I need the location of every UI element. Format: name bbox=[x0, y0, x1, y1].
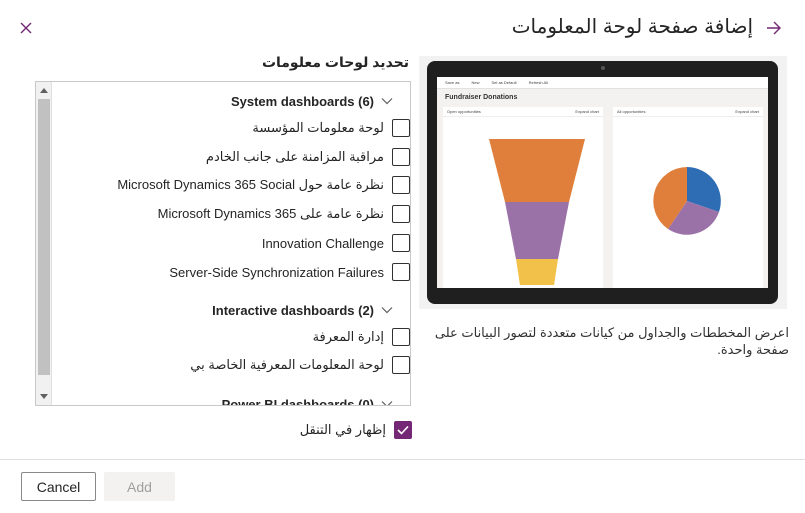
scroll-thumb[interactable] bbox=[38, 99, 50, 375]
dashboard-checkbox[interactable] bbox=[392, 328, 410, 346]
list-item[interactable]: Server-Side Synchronization Failures bbox=[169, 261, 410, 283]
chevron-down-icon[interactable] bbox=[380, 303, 394, 317]
dashboard-label: نظرة عامة على Microsoft Dynamics 365 bbox=[157, 206, 384, 221]
dashboard-checkbox[interactable] bbox=[392, 148, 410, 166]
dashboard-list[interactable]: System dashboards (6) لوحة معلومات المؤس… bbox=[35, 81, 411, 406]
preview-panel-title: Open opportunities bbox=[447, 109, 481, 114]
group-header-interactive[interactable]: Interactive dashboards (2) bbox=[212, 299, 400, 321]
show-in-navigation-label: إظهار في التنقل bbox=[299, 422, 386, 437]
group-header-label: System dashboards (6) bbox=[230, 93, 374, 109]
list-item[interactable]: لوحة معلومات المؤسسة bbox=[252, 117, 410, 139]
dashboard-label: لوحة المعلومات المعرفية الخاصة بي bbox=[190, 357, 384, 372]
dashboard-checkbox[interactable] bbox=[392, 234, 410, 252]
arrow-right-icon[interactable] bbox=[765, 19, 783, 37]
dashboard-label: إدارة المعرفة bbox=[312, 329, 384, 344]
list-item[interactable]: نظرة عامة على Microsoft Dynamics 365 bbox=[158, 203, 410, 225]
preview-panel-right: All opportunities Expand chart bbox=[613, 107, 763, 288]
preview-toolbar-item: New bbox=[471, 80, 480, 85]
chevron-down-icon[interactable] bbox=[380, 94, 394, 108]
select-dashboards-label: تحديد لوحات معلومات bbox=[261, 54, 409, 70]
footer-divider bbox=[0, 459, 805, 460]
cancel-button[interactable]: Cancel bbox=[21, 472, 96, 501]
close-icon[interactable] bbox=[16, 18, 36, 38]
scroll-up-button[interactable] bbox=[36, 82, 52, 98]
dashboard-label: Innovation Challenge bbox=[261, 235, 384, 251]
group-header-system[interactable]: System dashboards (6) bbox=[231, 90, 400, 112]
preview-panel-left: Open opportunities Expand chart bbox=[443, 107, 603, 288]
list-item[interactable]: لوحة المعلومات المعرفية الخاصة بي bbox=[190, 354, 410, 376]
show-in-navigation-checkbox[interactable] bbox=[394, 421, 412, 439]
pie-chart bbox=[653, 167, 721, 235]
preview-panel-action: Expand chart bbox=[735, 109, 759, 114]
dashboard-label: Server-Side Synchronization Failures bbox=[169, 264, 384, 280]
funnel-chart bbox=[489, 139, 585, 288]
dashboard-checkbox[interactable] bbox=[392, 119, 410, 137]
preview-toolbar-item: Refresh All bbox=[528, 80, 548, 85]
funnel-segment bbox=[516, 259, 558, 288]
list-item[interactable]: مراقبة المزامنة على جانب الخادم bbox=[206, 146, 410, 168]
group-header-label: Power BI dashboards (0) bbox=[221, 396, 374, 406]
dashboard-checkbox[interactable] bbox=[392, 356, 410, 374]
dashboard-label: مراقبة المزامنة على جانب الخادم bbox=[205, 149, 384, 164]
show-in-navigation-option[interactable]: إظهار في التنقل bbox=[300, 421, 412, 439]
preview-toolbar-item: Set as Default bbox=[491, 80, 517, 85]
chevron-down-icon[interactable] bbox=[380, 397, 394, 406]
scroll-down-button[interactable] bbox=[36, 389, 52, 405]
funnel-segment bbox=[489, 139, 585, 202]
preview-screen: Save as New Set as Default Refresh All F… bbox=[437, 77, 768, 288]
group-header-label: Interactive dashboards (2) bbox=[212, 302, 374, 318]
camera-dot bbox=[601, 66, 605, 70]
dashboard-checkbox[interactable] bbox=[392, 205, 410, 223]
preview-panel-title: All opportunities bbox=[617, 109, 646, 114]
preview-dashboard-title: Fundraiser Donations bbox=[445, 94, 518, 101]
list-item[interactable]: إدارة المعرفة bbox=[313, 326, 410, 348]
add-button[interactable]: Add bbox=[104, 472, 175, 501]
dashboard-checkbox[interactable] bbox=[392, 263, 410, 281]
dashboard-label: لوحة معلومات المؤسسة bbox=[252, 120, 384, 135]
list-item[interactable]: Innovation Challenge bbox=[262, 232, 410, 254]
preview-toolbar: Save as New Set as Default Refresh All bbox=[437, 77, 768, 89]
list-item[interactable]: نظرة عامة حول Microsoft Dynamics 365 Soc… bbox=[117, 174, 410, 196]
checkmark-icon bbox=[397, 425, 409, 435]
preview-toolbar-item: Save as bbox=[445, 80, 460, 85]
funnel-segment bbox=[505, 202, 569, 259]
dashboard-checkbox[interactable] bbox=[392, 176, 410, 194]
scrollbar[interactable] bbox=[36, 82, 52, 405]
dialog-title: إضافة صفحة لوحة المعلومات bbox=[511, 16, 753, 38]
tablet-frame: Save as New Set as Default Refresh All F… bbox=[427, 61, 778, 304]
dashboard-label: نظرة عامة حول Microsoft Dynamics 365 Soc… bbox=[117, 177, 384, 192]
preview-panel-action: Expand chart bbox=[575, 109, 599, 114]
group-header-powerbi[interactable]: Power BI dashboards (0) bbox=[221, 393, 400, 406]
dashboard-description: اعرض المخططات والجداول من كيانات متعددة … bbox=[434, 325, 789, 357]
dashboard-preview-image: Save as New Set as Default Refresh All F… bbox=[419, 56, 787, 309]
